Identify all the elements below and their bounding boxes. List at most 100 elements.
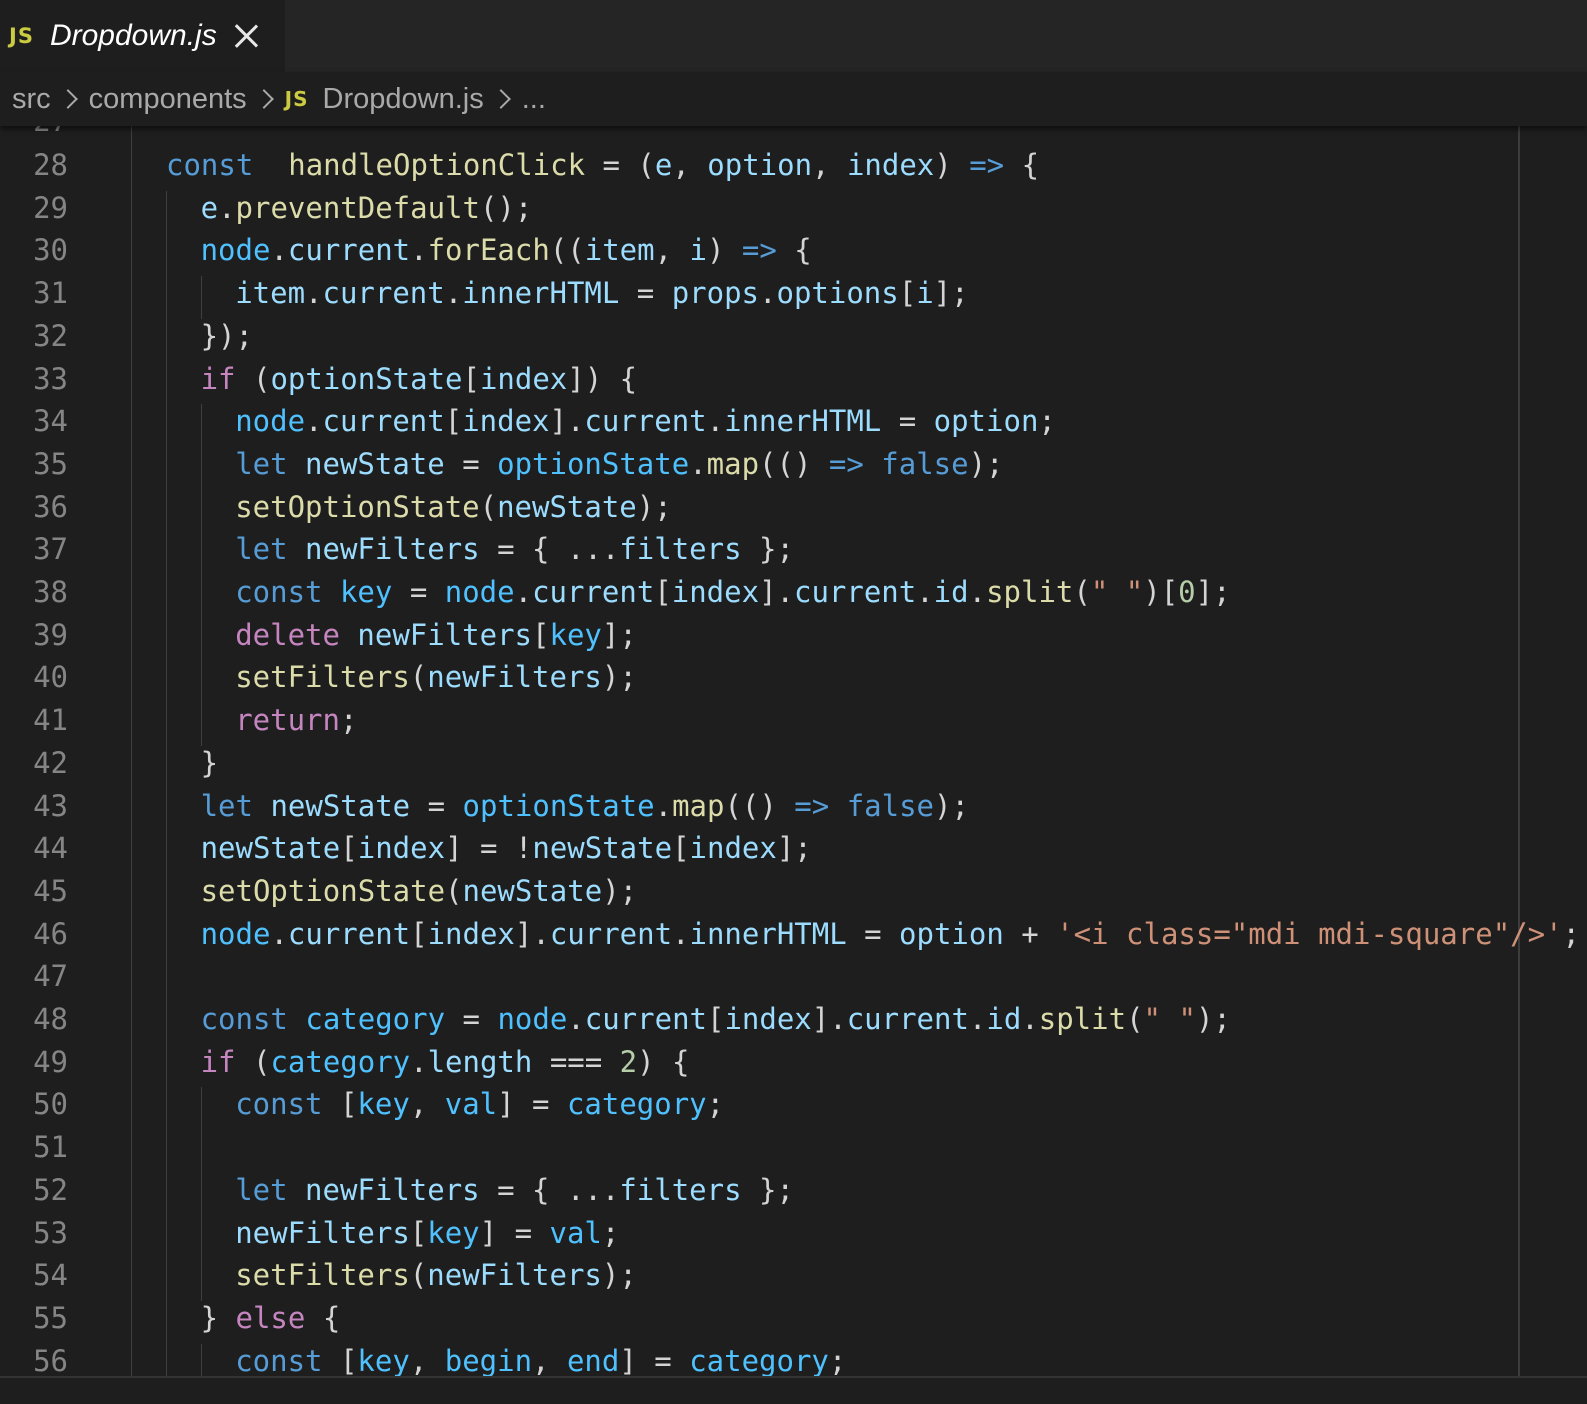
- code-token: length: [427, 1044, 533, 1079]
- code-token: '<i class="mdi mdi-square"/>': [1056, 916, 1563, 951]
- code-line[interactable]: setOptionState(newState);: [235, 490, 672, 524]
- code-token: ;: [1562, 916, 1580, 951]
- line-number: 45: [33, 873, 68, 908]
- code-line[interactable]: const handleOptionClick = (e, option, in…: [166, 148, 1039, 182]
- code-token: index: [479, 361, 568, 396]
- code-line[interactable]: node.current.forEach((item, i) => {: [201, 233, 812, 267]
- code-line[interactable]: return;: [235, 703, 357, 737]
- code-token: props: [671, 276, 760, 311]
- code-line[interactable]: });: [201, 319, 253, 353]
- code-line[interactable]: const [key, begin, end] = category;: [235, 1344, 846, 1376]
- code-line[interactable]: let newState = optionState.map(() => fal…: [201, 789, 969, 823]
- code-line[interactable]: newState[index] = !newState[index];: [201, 831, 812, 865]
- code-line[interactable]: const [key, val] = category;: [235, 1087, 724, 1121]
- close-icon[interactable]: [233, 23, 259, 49]
- code-line[interactable]: let newFilters = { ...filters };: [235, 532, 794, 566]
- code-token: .: [305, 276, 323, 311]
- code-line[interactable]: let newState = optionState.map(() => fal…: [235, 447, 1003, 481]
- code-token: key: [357, 1343, 410, 1376]
- code-token: .: [410, 233, 428, 268]
- code-token: current: [287, 233, 411, 268]
- code-token: ): [706, 233, 742, 268]
- code-line[interactable]: item.current.innerHTML = props.options[i…: [235, 276, 968, 310]
- code-line[interactable]: node.current[index].current.innerHTML = …: [235, 404, 1056, 438]
- code-token: = { ...: [479, 532, 620, 567]
- code-token: current: [584, 404, 707, 439]
- code-token: option: [933, 404, 1039, 439]
- code-token: 0: [1178, 575, 1196, 609]
- code-token: end: [566, 1343, 620, 1376]
- code-token: +: [1003, 916, 1057, 951]
- breadcrumb-item-src[interactable]: src: [12, 83, 51, 116]
- code-editor[interactable]: 27 28const handleOptionClick = (e, optio…: [0, 126, 1587, 1376]
- code-line[interactable]: }: [201, 746, 218, 780]
- code-token: ;: [1038, 404, 1056, 439]
- tab-dropdown-js[interactable]: JS Dropdown.js: [0, 0, 285, 72]
- breadcrumb-item-components[interactable]: components: [89, 83, 247, 116]
- code-token: ];: [933, 276, 969, 311]
- code-token: ]) {: [567, 361, 638, 396]
- code-line[interactable]: if (optionState[index]) {: [201, 362, 638, 396]
- code-token: =>: [794, 788, 830, 823]
- code-token: node: [497, 1002, 568, 1036]
- line-number: 48: [33, 1002, 68, 1036]
- line-number: 35: [33, 446, 68, 481]
- code-line[interactable]: setFilters(newFilters);: [235, 1258, 637, 1292]
- code-line[interactable]: setOptionState(newState);: [201, 874, 638, 908]
- line-number: 47: [33, 959, 68, 994]
- code-token: index: [427, 916, 515, 951]
- code-line[interactable]: const key = node.current[index].current.…: [235, 575, 1230, 609]
- code-token: .: [567, 1002, 585, 1036]
- code-token: newFilters: [357, 617, 533, 652]
- code-token: split: [1038, 1002, 1127, 1036]
- code-token: index: [724, 1002, 812, 1036]
- code-token: 2: [619, 1044, 638, 1079]
- code-line[interactable]: setFilters(newFilters);: [235, 660, 637, 694]
- code-token: index: [689, 831, 777, 866]
- code-token: .: [916, 575, 934, 609]
- code-token: options: [776, 276, 899, 311]
- code-token: setOptionState: [200, 873, 446, 908]
- line-number: 41: [33, 703, 68, 738]
- code-token: newFilters: [305, 532, 480, 567]
- code-token: .: [514, 575, 533, 609]
- code-token: .: [689, 446, 707, 481]
- code-token: {: [1004, 148, 1040, 182]
- code-token: current: [287, 916, 411, 951]
- code-token: ,: [672, 148, 708, 182]
- code-token: [: [322, 1343, 358, 1376]
- code-token: };: [741, 1172, 794, 1207]
- code-token: begin: [444, 1343, 533, 1376]
- code-token: index: [462, 404, 550, 439]
- code-token: });: [200, 318, 253, 353]
- code-line[interactable]: } else {: [201, 1301, 341, 1335]
- horizontal-scrollbar[interactable]: [0, 1376, 1587, 1404]
- code-token: newState: [270, 788, 411, 823]
- code-line[interactable]: e.preventDefault();: [201, 191, 533, 225]
- code-token: {: [776, 233, 812, 268]
- code-line[interactable]: const category = node.current[index].cur…: [201, 1002, 1231, 1036]
- code-line[interactable]: if (category.length === 2) {: [201, 1045, 690, 1079]
- code-token: .: [305, 404, 323, 439]
- breadcrumb-item-symbols[interactable]: ...: [522, 83, 546, 116]
- code-token: current: [532, 575, 655, 609]
- line-number: 54: [33, 1258, 68, 1293]
- code-line[interactable]: newFilters[key] = val;: [235, 1216, 619, 1250]
- breadcrumb-item-file[interactable]: Dropdown.js: [323, 83, 484, 116]
- code-line[interactable]: delete newFilters[key];: [235, 618, 637, 652]
- code-token: [: [654, 575, 672, 609]
- code-line[interactable]: node.current[index].current.innerHTML = …: [201, 917, 1580, 951]
- code-line[interactable]: let newFilters = { ...filters };: [235, 1173, 794, 1207]
- indent-guide: [200, 404, 202, 746]
- code-token: key: [339, 575, 393, 609]
- line-number: 36: [33, 489, 68, 524]
- code-token: ];: [776, 831, 812, 866]
- code-token: newState: [305, 446, 445, 481]
- code-token: newState: [462, 873, 603, 908]
- code-token: filters: [619, 532, 742, 567]
- code-token: item: [584, 233, 655, 268]
- code-token: const: [235, 1343, 323, 1376]
- code-token: =: [444, 446, 498, 481]
